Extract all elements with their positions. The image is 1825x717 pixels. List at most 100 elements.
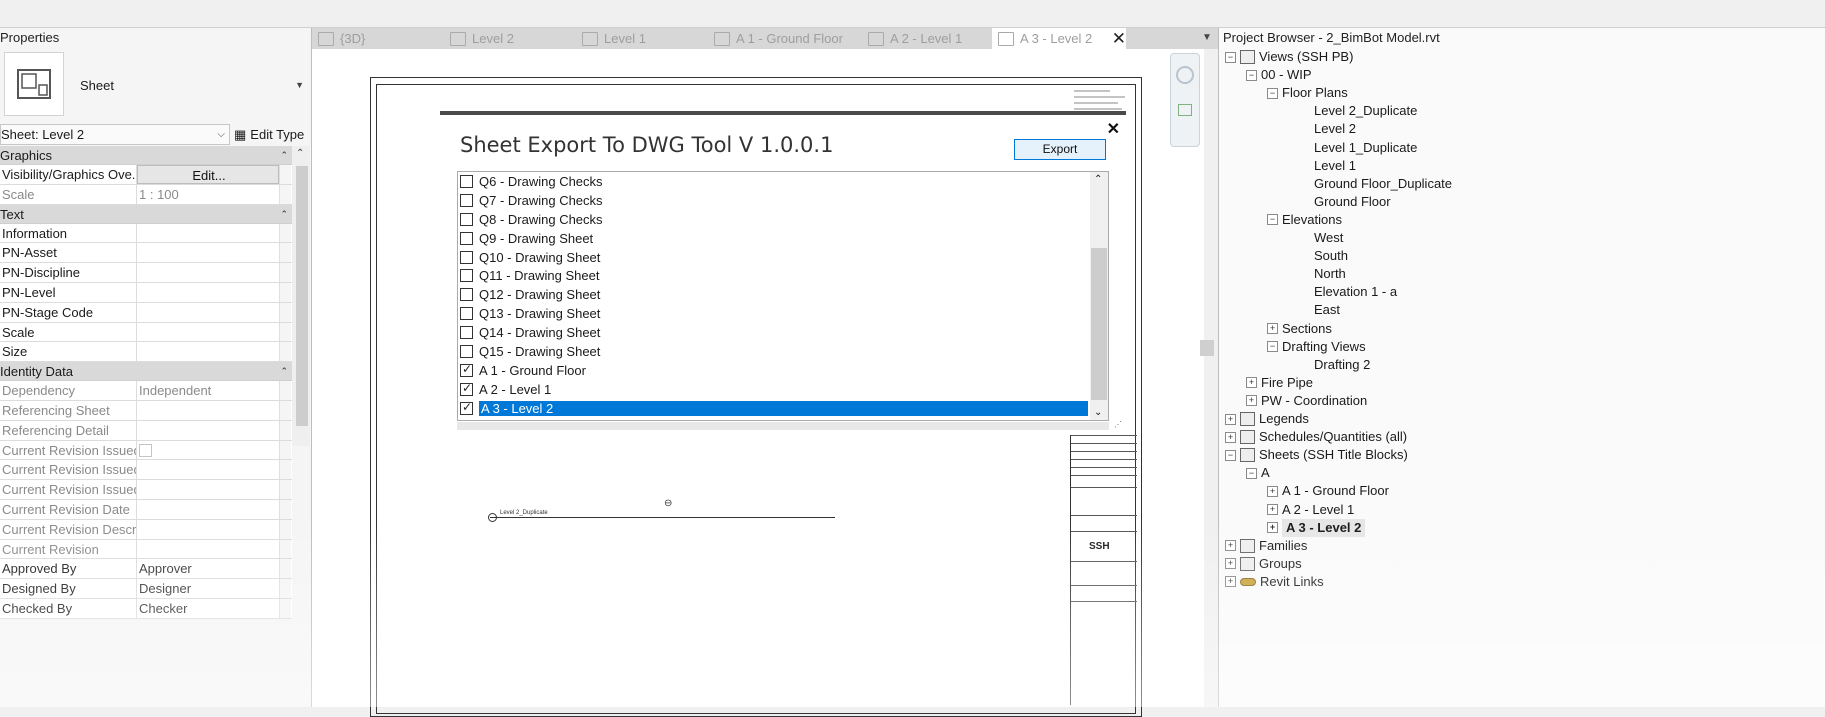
checkbox[interactable] <box>460 193 473 207</box>
expand-icon[interactable]: + <box>1246 377 1257 389</box>
tree-node[interactable]: Level 1 <box>1288 157 1356 175</box>
collapse-icon[interactable]: − <box>1225 449 1236 461</box>
collapse-icon[interactable]: − <box>1267 214 1278 226</box>
tree-node[interactable]: + A 2 - Level 1 <box>1267 501 1354 519</box>
list-item[interactable]: A 1 - Ground Floor <box>458 361 1088 380</box>
value-button[interactable] <box>279 165 291 184</box>
value-button[interactable] <box>279 243 291 263</box>
expand-icon[interactable]: + <box>1267 522 1278 534</box>
expand-icon[interactable]: + <box>1246 395 1257 407</box>
list-item[interactable]: Q13 - Drawing Sheet <box>458 304 1088 323</box>
tab-5[interactable]: A 2 - Level 1 <box>862 28 992 49</box>
checkbox[interactable] <box>460 400 473 415</box>
scroll-up-icon[interactable]: ⌃ <box>1094 174 1102 185</box>
checkbox[interactable] <box>460 326 473 340</box>
value-button[interactable] <box>279 322 291 342</box>
tab-6[interactable]: A 3 - Level 2 ✕ <box>992 28 1126 49</box>
tree-node[interactable]: − A <box>1246 464 1270 482</box>
tree-node[interactable]: + Families <box>1225 537 1307 555</box>
checkbox[interactable] <box>460 344 473 358</box>
property-value[interactable] <box>137 283 279 302</box>
scroll-down-icon[interactable]: ⌄ <box>1094 407 1102 418</box>
property-value[interactable]: Approver <box>137 559 279 578</box>
tab-2[interactable]: Level 2 <box>444 28 576 49</box>
tree-node[interactable]: Ground Floor <box>1288 193 1391 211</box>
tab-3[interactable]: Level 1 <box>576 28 708 49</box>
tree-node[interactable]: Elevation 1 - a <box>1288 283 1397 301</box>
edit-type-button[interactable]: ▦ Edit Type <box>234 124 304 145</box>
list-item[interactable]: Q8 - Drawing Checks <box>458 210 1088 229</box>
collapse-icon[interactable]: ⌃ <box>280 146 288 165</box>
tree-node[interactable]: + Revit Links <box>1225 573 1324 591</box>
tree-node[interactable]: − Sheets (SSH Title Blocks) <box>1225 446 1408 464</box>
property-value[interactable] <box>137 323 279 342</box>
type-selector[interactable]: Sheet ▼ <box>0 50 310 120</box>
tree-node[interactable]: South <box>1288 247 1348 265</box>
tree-node[interactable]: − Drafting Views <box>1267 338 1366 356</box>
chevron-down-icon[interactable]: ▼ <box>295 80 304 90</box>
tab-4[interactable]: A 1 - Ground Floor <box>708 28 862 49</box>
value-button[interactable] <box>279 223 291 243</box>
horizontal-scrollbar[interactable] <box>457 422 1109 430</box>
tab-1[interactable]: {3D} <box>312 28 444 49</box>
instance-selector[interactable]: Sheet: Level 2 ⌵ <box>0 124 230 145</box>
value-button[interactable] <box>279 342 291 362</box>
value-button[interactable] <box>279 302 291 322</box>
list-item[interactable]: Q10 - Drawing Sheet <box>458 248 1088 267</box>
expand-icon[interactable]: + <box>1225 558 1236 570</box>
expand-icon[interactable]: + <box>1267 485 1278 497</box>
checkbox[interactable] <box>460 212 473 226</box>
list-item[interactable]: Q11 - Drawing Sheet <box>458 266 1088 285</box>
close-tab-icon[interactable]: ✕ <box>1112 28 1126 49</box>
list-item[interactable]: Q9 - Drawing Sheet <box>458 229 1088 248</box>
scrollbar-thumb[interactable] <box>1091 248 1107 400</box>
tree-node[interactable]: Level 2_Duplicate <box>1288 102 1417 120</box>
collapse-icon[interactable]: − <box>1225 51 1236 63</box>
value-button[interactable] <box>279 263 291 282</box>
scrollbar-thumb[interactable] <box>296 166 308 426</box>
property-value[interactable] <box>137 224 279 243</box>
expand-icon[interactable]: + <box>1225 540 1236 552</box>
tree-node[interactable]: + Sections <box>1267 320 1332 338</box>
tab-menu-icon[interactable]: ▼ <box>1202 32 1212 43</box>
tree-node[interactable]: Level 1_Duplicate <box>1288 139 1417 157</box>
canvas-scrollbar-thumb[interactable] <box>1200 340 1214 356</box>
list-item[interactable]: Q12 - Drawing Sheet <box>458 285 1088 304</box>
properties-scrollbar[interactable]: ⌃ <box>292 146 310 446</box>
group-header[interactable]: Graphics ⌃ <box>0 146 292 165</box>
close-icon[interactable]: ✕ <box>1107 119 1120 139</box>
expand-icon[interactable]: + <box>1267 504 1278 515</box>
checkbox[interactable] <box>460 269 473 283</box>
tree-node[interactable]: − Views (SSH PB) <box>1225 48 1353 66</box>
tree-node[interactable]: + A 1 - Ground Floor <box>1267 482 1389 500</box>
tree-node[interactable]: East <box>1288 301 1340 319</box>
edit-button[interactable]: Edit... <box>137 165 279 184</box>
tree-node[interactable]: + PW - Coordination <box>1246 392 1367 410</box>
property-value[interactable]: Designer <box>137 579 279 598</box>
list-item[interactable]: A 2 - Level 1 <box>458 380 1088 399</box>
checkbox[interactable] <box>460 307 473 321</box>
checkbox[interactable] <box>460 362 473 377</box>
value-button[interactable] <box>279 282 291 302</box>
list-scrollbar[interactable]: ⌃ ⌄ <box>1090 172 1108 420</box>
checkbox[interactable] <box>460 381 473 396</box>
checkbox[interactable] <box>460 250 473 264</box>
list-item[interactable]: A 3 - Level 2 <box>458 399 1088 418</box>
collapse-icon[interactable]: − <box>1246 69 1257 81</box>
tree-node[interactable]: North <box>1288 265 1346 283</box>
list-item[interactable]: Q15 - Drawing Sheet <box>458 342 1088 361</box>
expand-icon[interactable]: + <box>1225 576 1236 588</box>
tree-node[interactable]: + Schedules/Quantities (all) <box>1225 428 1407 446</box>
group-header[interactable]: Identity Data ⌃ <box>0 362 292 382</box>
tree-node[interactable]: Ground Floor_Duplicate <box>1288 175 1452 193</box>
steering-wheel-icon[interactable] <box>1176 66 1194 84</box>
property-value[interactable] <box>137 342 279 361</box>
value-button[interactable] <box>279 579 291 598</box>
checkbox[interactable] <box>460 288 473 302</box>
scroll-up-icon[interactable]: ⌃ <box>296 148 304 159</box>
expand-icon[interactable]: + <box>1225 413 1236 425</box>
collapse-icon[interactable]: − <box>1267 341 1278 353</box>
value-button[interactable] <box>279 559 291 579</box>
export-button[interactable]: Export <box>1014 139 1106 160</box>
tree-node[interactable]: + A 3 - Level 2 <box>1267 518 1366 537</box>
